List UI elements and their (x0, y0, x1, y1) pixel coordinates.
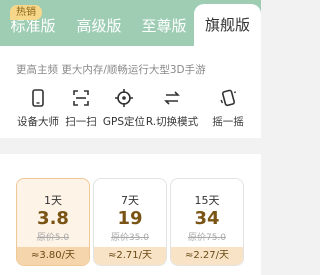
feature-switch-mode: R.切换模式 (144, 88, 200, 129)
plan-price: 19 (117, 208, 143, 229)
tab-supreme[interactable]: 至尊版 (132, 0, 196, 46)
price-plans: 1天 3.8 原价5.0 ≈3.80/天 7天 19 原价35.0 ≈2.71/… (0, 154, 261, 275)
feature-shake: 摇一摇 (200, 88, 256, 129)
tab-advanced-label: 高级版 (76, 17, 122, 35)
crosshair-icon (115, 89, 133, 107)
plan-original-price: 原价75.0 (187, 233, 227, 243)
scan-icon (73, 90, 89, 106)
plan-duration: 7天 (121, 194, 139, 207)
plan-daily-price: ≈2.27/天 (171, 247, 243, 265)
feature-switch-mode-label: R.切换模式 (145, 116, 199, 128)
shake-icon (220, 89, 237, 107)
plan-price: 34 (194, 208, 220, 229)
tab-supreme-label: 至尊版 (141, 17, 187, 35)
tab-flagship-label: 旗舰版 (204, 16, 250, 34)
tab-advanced[interactable]: 高级版 (66, 0, 132, 46)
plan-duration: 1天 (44, 194, 62, 207)
tagline: 更高主频 更大内存/顺畅运行大型3D手游 (16, 64, 206, 76)
feature-shake-label: 摇一摇 (212, 116, 244, 128)
plan-price: 3.8 (37, 208, 69, 229)
hot-sale-badge: 热销 (10, 5, 42, 20)
plan-7-day[interactable]: 7天 19 原价35.0 ≈2.71/天 (93, 178, 167, 266)
plan-original-price: 原价35.0 (110, 233, 150, 243)
plan-1-day[interactable]: 1天 3.8 原价5.0 ≈3.80/天 (16, 178, 90, 266)
plan-original-price: 原价5.0 (36, 233, 70, 243)
switch-icon (164, 91, 180, 105)
phone-icon (32, 89, 44, 107)
plan-15-day[interactable]: 15天 34 原价75.0 ≈2.27/天 (170, 178, 244, 266)
plan-daily-price: ≈2.71/天 (94, 247, 166, 265)
tab-flagship[interactable]: 旗舰版 (194, 4, 261, 46)
plan-daily-price: ≈3.80/天 (17, 247, 89, 265)
plan-duration: 15天 (194, 194, 220, 207)
version-tab-bar: 标准版 高级版 至尊版 旗舰版 热销 (0, 0, 261, 46)
flagship-info-card: 更高主频 更大内存/顺畅运行大型3D手游 设备大师 扫一扫 GPS定位 R.切换… (0, 46, 261, 138)
